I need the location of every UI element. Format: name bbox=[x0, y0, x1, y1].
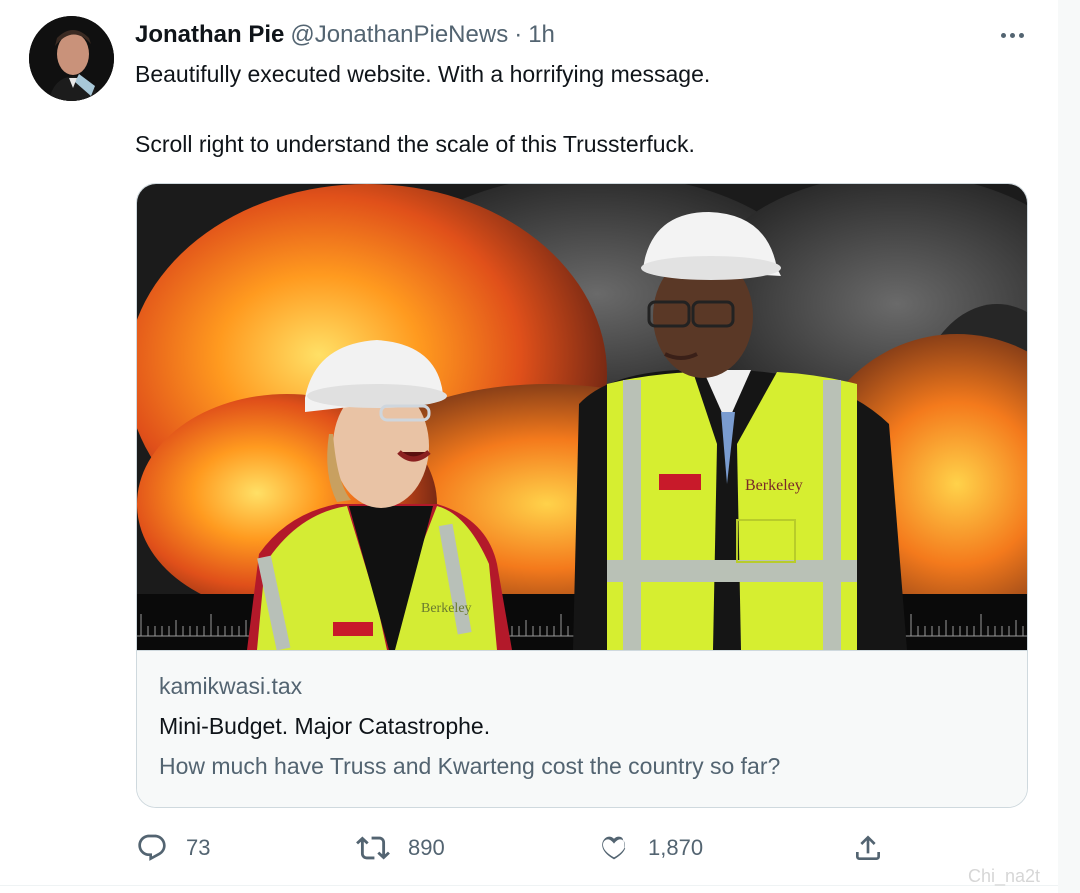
like-button[interactable]: 1,870 bbox=[598, 828, 703, 868]
reply-icon bbox=[136, 832, 168, 864]
vest-text-left: Berkeley bbox=[421, 601, 472, 616]
like-count: 1,870 bbox=[648, 835, 704, 860]
share-icon bbox=[852, 832, 884, 864]
watermark: Chi_na2t bbox=[968, 866, 1041, 886]
link-preview-card[interactable]: Berkeley Berkeley kamikwasi.tax Mini-Bud… bbox=[136, 183, 1028, 808]
author-handle[interactable]: @JonathanPieNews bbox=[290, 21, 508, 49]
page-gutter bbox=[1058, 0, 1080, 893]
share-button[interactable] bbox=[852, 828, 884, 868]
card-image[interactable]: Berkeley Berkeley bbox=[137, 184, 1027, 650]
vest-text-right: Berkeley bbox=[745, 477, 803, 494]
card-meta[interactable]: kamikwasi.tax Mini-Budget. Major Catastr… bbox=[137, 650, 1027, 807]
author-name[interactable]: Jonathan Pie bbox=[135, 21, 284, 49]
reply-count: 73 bbox=[186, 835, 211, 860]
card-domain: kamikwasi.tax bbox=[159, 673, 303, 699]
more-icon[interactable] bbox=[994, 18, 1030, 52]
retweet-button[interactable]: 890 bbox=[356, 828, 445, 868]
tweet-header: Jonathan Pie @JonathanPieNews · 1h bbox=[135, 18, 555, 52]
reply-button[interactable]: 73 bbox=[136, 828, 210, 868]
tweet-timestamp[interactable]: 1h bbox=[528, 21, 555, 49]
tweet[interactable]: Jonathan Pie @JonathanPieNews · 1h Beaut… bbox=[0, 0, 1059, 886]
separator-dot: · bbox=[514, 21, 523, 48]
tweet-text-line-1: Beautifully executed website. With a hor… bbox=[135, 61, 711, 87]
card-title: Mini-Budget. Major Catastrophe. bbox=[159, 713, 491, 739]
author-avatar[interactable] bbox=[29, 16, 114, 101]
retweet-icon bbox=[356, 831, 390, 865]
card-description: How much have Truss and Kwarteng cost th… bbox=[159, 753, 781, 779]
tweet-text-line-2: Scroll right to understand the scale of … bbox=[135, 131, 695, 157]
like-icon bbox=[598, 832, 630, 864]
retweet-count: 890 bbox=[408, 835, 445, 860]
